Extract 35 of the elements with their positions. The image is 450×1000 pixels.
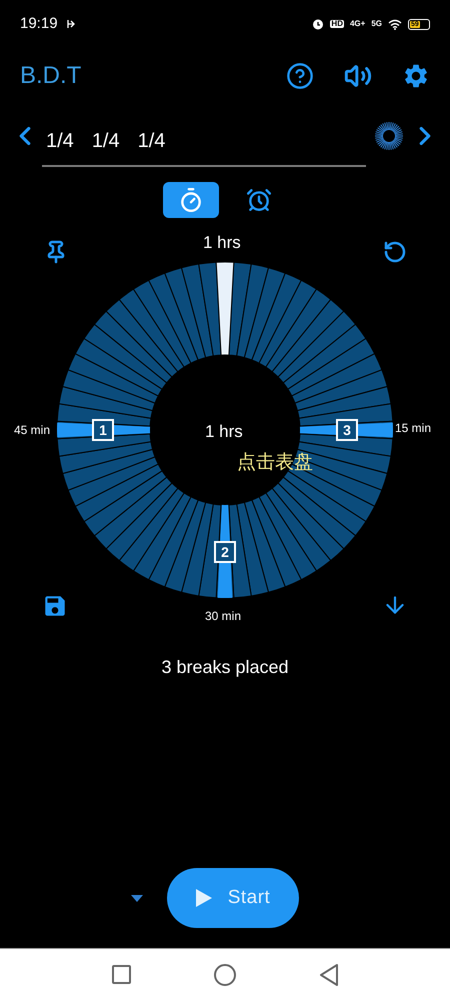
dial-top-label: 1 hrs — [203, 232, 241, 254]
dial-ring[interactable] — [57, 262, 393, 598]
fraction-label: 1/4 — [92, 129, 120, 154]
alarm-clock-icon — [246, 187, 272, 213]
network-indicator: 5G — [371, 20, 382, 28]
reset-icon[interactable] — [383, 240, 407, 264]
volume-icon[interactable] — [344, 62, 372, 90]
fraction-label: 1/4 — [138, 129, 166, 154]
back-icon[interactable] — [318, 964, 338, 986]
marker-label: 15 min — [395, 420, 432, 437]
timer-mode-button[interactable] — [163, 182, 219, 218]
play-icon — [196, 889, 212, 907]
network-indicator: 4G+ — [350, 20, 366, 28]
marker-label: 30 min — [205, 608, 242, 625]
caret-icon[interactable] — [131, 894, 143, 902]
break-marker[interactable]: 1 — [92, 419, 114, 441]
dial-center-label: 1 hrs — [205, 421, 243, 443]
fraction-label: 1/4 — [46, 129, 74, 154]
dial-hint: 点击表盘 — [237, 450, 313, 475]
app-title: B.D.T — [20, 61, 82, 91]
help-icon[interactable] — [286, 62, 314, 90]
wifi-icon — [388, 18, 402, 30]
alarm-icon — [312, 18, 324, 30]
status-time: 19:19 — [20, 14, 58, 34]
break-marker[interactable]: 3 — [336, 419, 358, 441]
break-marker[interactable]: 2 — [214, 541, 236, 563]
sunburst-icon[interactable] — [374, 121, 404, 151]
recent-apps-icon[interactable] — [112, 965, 130, 984]
marker-label: 45 min — [14, 422, 50, 439]
cast-icon — [66, 19, 76, 29]
breaks-summary: 3 breaks placed — [161, 656, 289, 679]
network-indicator: HD — [330, 20, 344, 28]
stopwatch-icon — [178, 187, 204, 213]
home-icon[interactable] — [214, 964, 236, 986]
settings-icon[interactable] — [402, 62, 430, 90]
